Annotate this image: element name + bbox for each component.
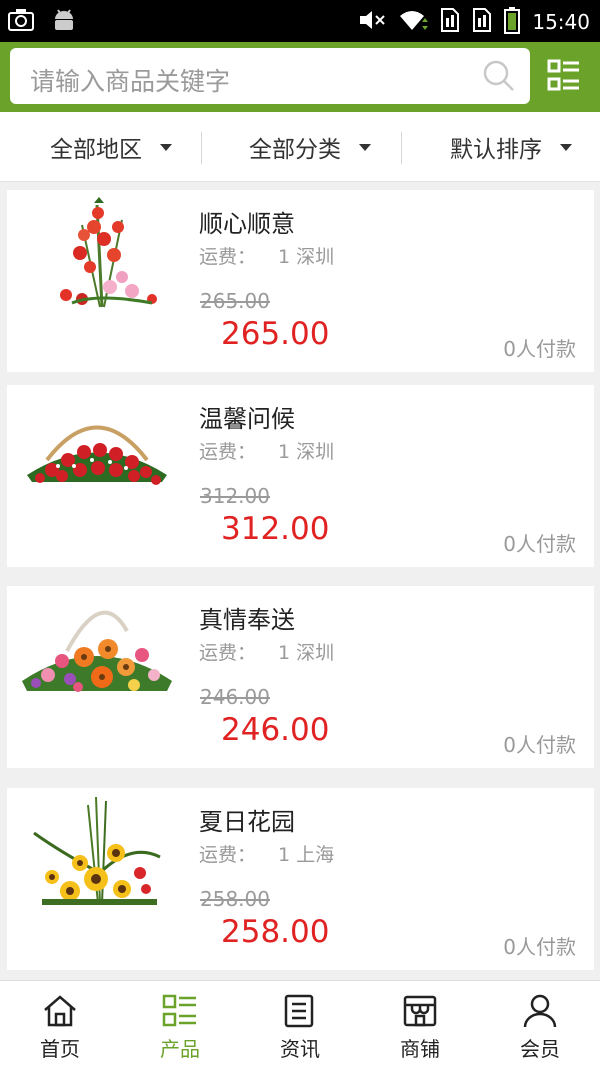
filter-category-label: 全部分类 — [249, 137, 341, 163]
filter-divider — [401, 132, 402, 164]
wifi-icon — [398, 8, 429, 36]
header-bar: 请输入商品关键字 — [0, 42, 600, 112]
shipping-info: 运费： 1 深圳 — [199, 242, 334, 269]
filter-sort-label: 默认排序 — [450, 137, 542, 163]
sale-price: 258.00 — [221, 914, 330, 950]
original-price: 312.00 — [200, 484, 270, 508]
member-icon — [522, 993, 558, 1033]
product-card[interactable]: 顺心顺意 运费： 1 深圳 265.00 265.00 0人付款 — [7, 190, 594, 372]
shipping-info: 运费： 1 上海 — [199, 840, 334, 867]
tab-products-label: 产品 — [160, 1037, 200, 1061]
sim2-icon — [472, 7, 492, 37]
product-name: 夏日花园 — [199, 808, 295, 836]
shipping-value: 1 深圳 — [278, 246, 335, 268]
product-name: 真情奉送 — [199, 606, 295, 634]
category-menu-icon[interactable] — [547, 59, 581, 97]
clock: 15:40 — [532, 10, 590, 34]
tab-member[interactable]: 会员 — [480, 981, 600, 1067]
shipping-value: 1 上海 — [278, 844, 335, 866]
original-price: 265.00 — [200, 289, 270, 313]
news-icon — [282, 993, 318, 1033]
camera-icon — [8, 8, 34, 36]
tab-news[interactable]: 资讯 — [240, 981, 360, 1067]
mute-icon — [358, 8, 386, 36]
product-card[interactable]: 温馨问候 运费： 1 深圳 312.00 312.00 0人付款 — [7, 385, 594, 567]
product-name: 顺心顺意 — [199, 210, 295, 238]
status-bar: 15:40 — [0, 0, 600, 42]
bottom-tab-bar: 首页 产品 资讯 商铺 会员 — [0, 980, 600, 1067]
payment-count: 0人付款 — [503, 935, 576, 959]
product-image — [22, 793, 172, 908]
shipping-label: 运费： — [199, 642, 257, 664]
shipping-label: 运费： — [199, 246, 257, 268]
shipping-label: 运费： — [199, 844, 257, 866]
tab-home[interactable]: 首页 — [0, 981, 120, 1067]
dropdown-arrow-icon — [359, 143, 371, 151]
product-image — [22, 591, 172, 706]
payment-count: 0人付款 — [503, 532, 576, 556]
original-price: 246.00 — [200, 685, 270, 709]
shipping-label: 运费： — [199, 441, 257, 463]
product-list-icon — [162, 993, 198, 1033]
shipping-info: 运费： 1 深圳 — [199, 638, 334, 665]
sim1-icon — [440, 7, 460, 37]
tab-shops[interactable]: 商铺 — [360, 981, 480, 1067]
product-name: 温馨问候 — [199, 405, 295, 433]
product-list: 顺心顺意 运费： 1 深圳 265.00 265.00 0人付款 温馨问候 运费… — [0, 182, 600, 978]
payment-count: 0人付款 — [503, 733, 576, 757]
dropdown-arrow-icon — [560, 143, 572, 151]
product-image — [22, 195, 172, 310]
filter-category[interactable]: 全部分类 — [249, 112, 371, 182]
tab-news-label: 资讯 — [280, 1037, 320, 1061]
android-icon — [52, 8, 76, 36]
filter-region-label: 全部地区 — [50, 137, 142, 163]
search-input[interactable]: 请输入商品关键字 — [10, 48, 530, 104]
home-icon — [42, 993, 78, 1033]
sale-price: 265.00 — [221, 316, 330, 352]
shipping-value: 1 深圳 — [278, 642, 335, 664]
dropdown-arrow-icon — [160, 143, 172, 151]
product-image — [22, 390, 172, 505]
product-card[interactable]: 真情奉送 运费： 1 深圳 246.00 246.00 0人付款 — [7, 586, 594, 768]
sale-price: 312.00 — [221, 511, 330, 547]
search-icon[interactable] — [482, 59, 516, 97]
filter-divider — [201, 132, 202, 164]
product-card[interactable]: 夏日花园 运费： 1 上海 258.00 258.00 0人付款 — [7, 788, 594, 970]
sale-price: 246.00 — [221, 712, 330, 748]
filter-sort[interactable]: 默认排序 — [450, 112, 572, 182]
battery-icon — [504, 6, 521, 38]
original-price: 258.00 — [200, 887, 270, 911]
filter-bar: 全部地区 全部分类 默认排序 — [0, 112, 600, 182]
filter-region[interactable]: 全部地区 — [50, 112, 172, 182]
tab-shops-label: 商铺 — [400, 1037, 440, 1061]
tab-products[interactable]: 产品 — [120, 981, 240, 1067]
tab-member-label: 会员 — [520, 1037, 560, 1061]
shop-icon — [402, 993, 438, 1033]
shipping-value: 1 深圳 — [278, 441, 335, 463]
search-placeholder: 请输入商品关键字 — [30, 67, 231, 96]
tab-home-label: 首页 — [40, 1037, 80, 1061]
payment-count: 0人付款 — [503, 337, 576, 361]
shipping-info: 运费： 1 深圳 — [199, 437, 334, 464]
